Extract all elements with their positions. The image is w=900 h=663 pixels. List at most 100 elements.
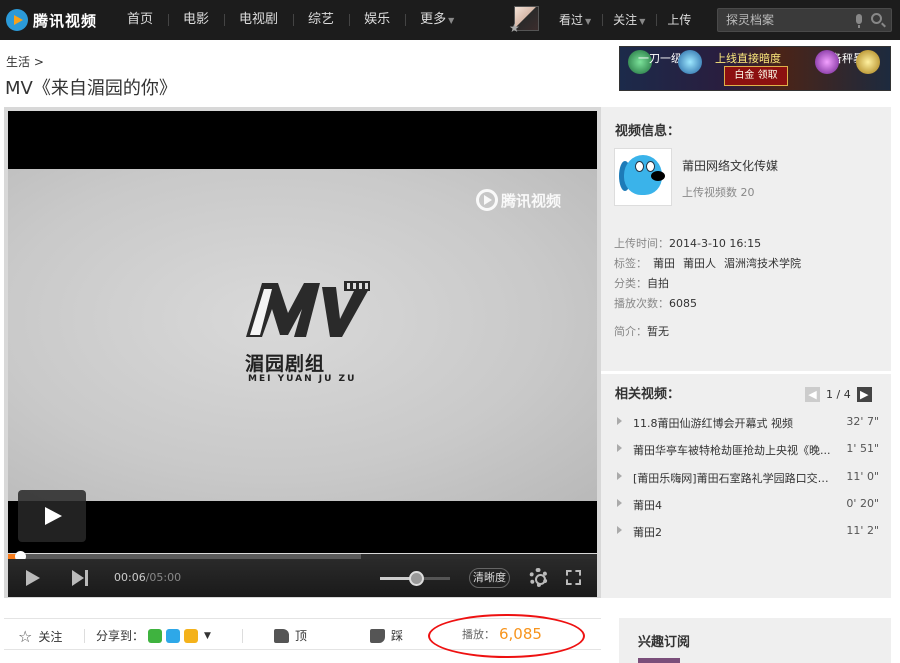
gear-icon[interactable] — [529, 568, 548, 587]
related-title: 莆田华亭车被特枪劫匪抢劫上央视《晚... — [633, 444, 831, 457]
play-icon[interactable] — [26, 570, 40, 586]
nav-history-label: 看过 — [559, 13, 584, 27]
nav-entertainment[interactable]: 娱乐 — [349, 0, 405, 40]
follow-label: 关注 — [38, 630, 63, 644]
info-upload-time: 上传时间：2014-3-10 16:15 — [614, 235, 761, 251]
like-button[interactable]: 顶 — [274, 627, 307, 644]
chevron-left-icon[interactable]: ◀ — [805, 387, 820, 402]
related-duration: 32' 7" — [846, 415, 879, 428]
related-title: 莆田2 — [633, 526, 662, 539]
thumbs-down-icon — [370, 628, 385, 643]
nav-tv[interactable]: 电视剧 — [224, 0, 293, 40]
play-logo-icon — [476, 189, 498, 211]
share-group: 分享到： ▼ — [96, 627, 211, 644]
related-item[interactable]: 11.8莆田仙游红博会开幕式 视频 32' 7" — [617, 414, 879, 430]
related-title: 11.8莆田仙游红博会开幕式 视频 — [633, 417, 793, 430]
highlight-ring — [428, 614, 585, 658]
breadcrumb[interactable]: 生活 > — [6, 53, 44, 70]
time-current: 00:06 — [114, 571, 146, 584]
top-navbar: 腾讯视频 首页 电影 电视剧 综艺 娱乐 更多 ▼ ★ 看过 ▼ 关注 ▼ 上传 — [0, 0, 900, 40]
subscription-heading: 兴趣订阅 — [638, 635, 691, 650]
star-outline-icon: ☆ — [18, 627, 33, 646]
related-item[interactable]: 莆田华亭车被特枪劫匪抢劫上央视《晚... 1' 51" — [617, 441, 879, 457]
related-item[interactable]: [莆田乐嗨网]莆田石室路礼学园路口交叉... 11' 0" — [617, 469, 879, 485]
nav-variety[interactable]: 综艺 — [293, 0, 349, 40]
time-total: /05:00 — [145, 571, 182, 584]
wechat-icon[interactable] — [148, 628, 163, 643]
info-value[interactable]: 自拍 — [647, 277, 669, 290]
chevron-down-icon: ▼ — [585, 17, 592, 26]
dog-nose — [651, 171, 665, 181]
play-triangle-icon — [617, 526, 622, 534]
related-duration: 11' 2" — [846, 524, 879, 537]
uploader-name[interactable]: 莆田网络文化传媒 — [682, 157, 778, 174]
banner-slogan-mid: 上线直接暗度 — [715, 52, 781, 65]
info-value: 暂无 — [647, 325, 669, 338]
next-icon[interactable] — [72, 570, 90, 586]
site-logo[interactable]: 腾讯视频 — [6, 8, 97, 32]
info-label: 上传时间： — [614, 237, 669, 250]
nav-following-label: 关注 — [613, 13, 638, 27]
chevron-down-icon[interactable]: ▼ — [204, 631, 211, 641]
big-play-button[interactable] — [18, 490, 86, 542]
info-label: 标签： — [614, 257, 647, 270]
search-input[interactable] — [718, 9, 848, 31]
qzone-icon[interactable] — [184, 628, 199, 643]
microphone-icon[interactable] — [856, 14, 862, 28]
user-nav: 看过 ▼ 关注 ▼ 上传 — [548, 0, 702, 40]
fullscreen-icon[interactable] — [566, 570, 581, 585]
info-tags: 标签： 莆田 莆田人 湄洲湾技术学院 — [614, 255, 809, 271]
related-duration: 1' 51" — [846, 442, 879, 455]
search-icon[interactable] — [871, 13, 882, 24]
divider — [242, 629, 243, 643]
ad-banner[interactable]: 一刀一级 上线直接暗度 白金 领取 装备秤暴 — [619, 46, 891, 91]
sidebar-divider — [601, 371, 891, 374]
play-triangle-icon — [617, 417, 622, 425]
volume-slider[interactable] — [380, 571, 450, 586]
nav-more[interactable]: 更多 ▼ — [405, 0, 469, 40]
pager-text: 1 / 4 — [826, 388, 851, 401]
nav-home[interactable]: 首页 — [112, 0, 168, 40]
dog-eye — [646, 161, 655, 172]
play-triangle-icon — [617, 444, 622, 452]
uploader-avatar[interactable] — [614, 148, 672, 206]
info-label: 播放次数： — [614, 297, 669, 310]
related-item[interactable]: 莆田2 11' 2" — [617, 523, 879, 539]
subscription-thumbnail[interactable] — [638, 658, 680, 663]
dislike-button[interactable]: 踩 — [370, 627, 403, 644]
video-player[interactable]: 腾讯视频 湄园剧组 MEI YUAN JU ZU — [8, 111, 597, 553]
quality-button[interactable]: 清晰度 — [469, 568, 510, 588]
tag-link[interactable]: 湄洲湾技术学院 — [724, 257, 801, 270]
related-item[interactable]: 莆田4 0' 20" — [617, 496, 879, 512]
gem-icon — [815, 50, 839, 74]
info-label: 分类： — [614, 277, 647, 290]
info-description: 简介：暂无 — [614, 323, 669, 339]
time-display: 00:06/05:00 — [114, 571, 181, 584]
play-triangle-icon — [617, 472, 622, 480]
video-frame[interactable]: 腾讯视频 湄园剧组 MEI YUAN JU ZU — [8, 169, 597, 501]
nav-movies[interactable]: 电影 — [168, 0, 224, 40]
main-nav: 首页 电影 电视剧 综艺 娱乐 更多 ▼ — [112, 0, 469, 40]
tag-link[interactable]: 莆田 — [653, 257, 675, 270]
banner-claim-button[interactable]: 白金 领取 — [724, 66, 788, 86]
nav-history[interactable]: 看过 ▼ — [548, 0, 602, 40]
info-category: 分类：自拍 — [614, 275, 669, 291]
follow-button[interactable]: ☆ 关注 — [18, 627, 62, 646]
nav-following[interactable]: 关注 ▼ — [602, 0, 656, 40]
info-label: 简介： — [614, 325, 647, 338]
chevron-down-icon: ▼ — [639, 17, 646, 26]
related-title: [莆田乐嗨网]莆田石室路礼学园路口交叉... — [633, 472, 833, 485]
thumbs-up-icon — [274, 628, 289, 643]
qq-icon[interactable] — [166, 628, 181, 643]
related-pager: ◀ 1 / 4 ▶ — [805, 387, 872, 402]
chevron-right-icon[interactable]: ▶ — [856, 387, 872, 402]
mv-logo-icon — [246, 281, 370, 337]
nav-upload[interactable]: 上传 — [656, 0, 702, 40]
play-triangle-icon — [617, 499, 622, 507]
logo-text: 腾讯视频 — [33, 11, 98, 30]
star-badge-icon: ★ — [509, 21, 520, 35]
volume-handle[interactable] — [409, 571, 425, 586]
related-title: 莆田4 — [633, 499, 662, 512]
uploader-video-count: 上传视频数 20 — [682, 186, 755, 199]
tag-link[interactable]: 莆田人 — [683, 257, 716, 270]
